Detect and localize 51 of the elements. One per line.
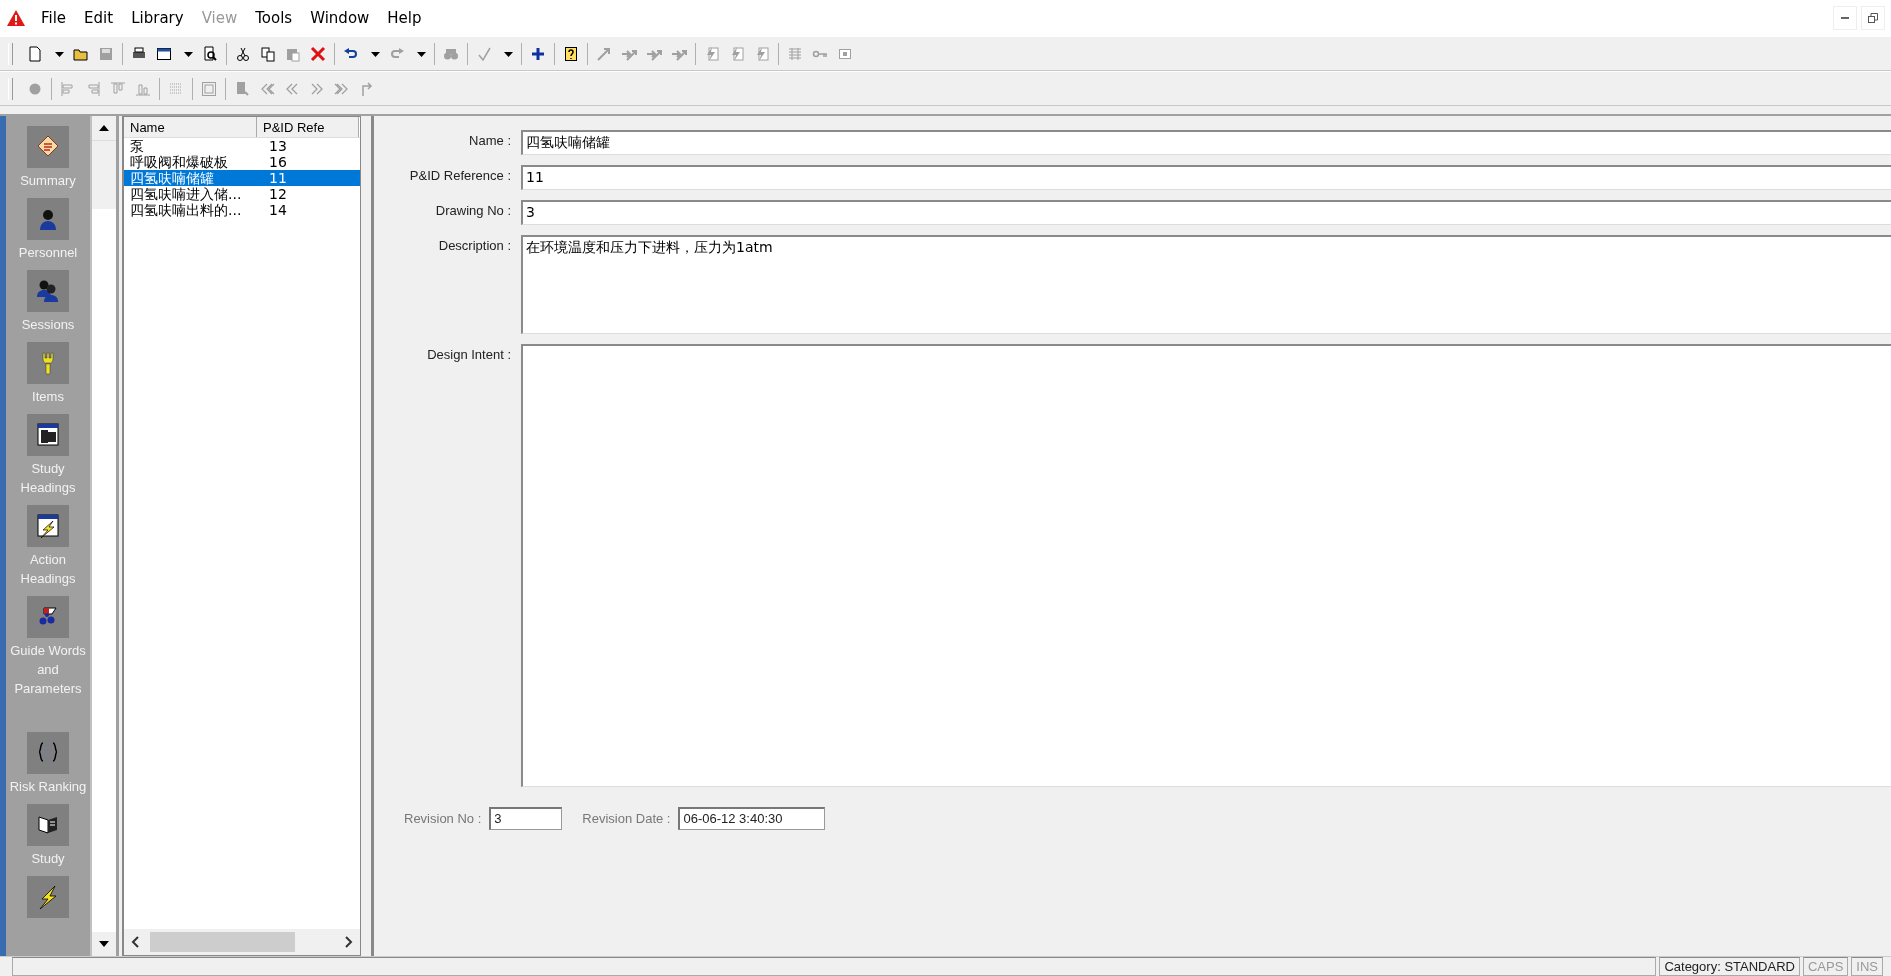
menu-item[interactable]: Tools [255,9,293,27]
field-label: Description : [437,237,511,255]
warning-triangle-icon[interactable] [6,9,26,27]
menu-item[interactable]: Window [310,9,370,27]
list-row[interactable]: 四氢呋喃进入储... 12 [124,186,360,202]
field-label: P&ID Reference : [408,167,511,185]
list-row[interactable]: 四氢呋喃出料的... 14 [124,202,360,218]
minimize-icon [1841,16,1849,20]
column-header[interactable]: P&ID Refe [257,117,359,137]
new-document-icon[interactable] [27,45,43,62]
text-area[interactable]: 在环境温度和压力下进料，压力为1atm [521,235,1891,334]
scrollbar-thumb[interactable] [150,932,295,952]
scroll-right-icon [345,936,353,948]
menu-item[interactable]: Library [131,9,184,27]
scroll-up-icon [99,125,109,131]
status-text: CAPS [1802,957,1849,976]
window-icon[interactable] [156,45,172,62]
scroll-down-icon [99,941,109,947]
field-label: Design Intent : [426,346,511,364]
menu-item[interactable]: Help [387,9,422,27]
scroll-down-button[interactable] [92,932,116,956]
copy-icon[interactable] [260,45,276,62]
input-field[interactable]: 四氢呋喃储罐 [521,130,1891,155]
field-label: Revision Date : [582,811,671,826]
status-text: Category: STANDARD [1659,957,1800,976]
column-header[interactable]: Name [124,117,257,137]
field-label: Revision No : [404,811,482,826]
list-row[interactable]: 呼吸阀和爆破板 16 [124,154,360,170]
lightning-window-icon [34,512,62,540]
scissors-icon[interactable] [235,45,251,62]
field-label: Drawing No : [434,202,511,220]
print-preview-icon[interactable] [202,45,218,62]
status-text: INS [1851,957,1883,976]
input-field[interactable]: 3 [521,200,1891,225]
document-window-icon [34,421,62,449]
restore-button[interactable] [1861,6,1885,30]
sidebar-item[interactable] [27,876,69,921]
menu-item[interactable]: File [41,9,67,27]
field-label: Name : [468,132,511,150]
restore-icon [1868,13,1878,23]
input-field[interactable]: 11 [521,165,1891,190]
list-row[interactable]: 四氢呋喃储罐 11 [124,170,360,186]
scrollbar-thumb[interactable] [92,140,116,209]
delete-x-icon[interactable] [310,45,326,62]
scroll-left-icon [131,936,139,948]
help-icon[interactable] [563,45,579,62]
minimize-button[interactable] [1833,6,1857,30]
list-row[interactable]: 泵 13 [124,138,360,154]
plus-icon[interactable] [530,45,546,62]
menu-item[interactable]: Edit [84,9,114,27]
scroll-up-button[interactable] [92,116,116,140]
